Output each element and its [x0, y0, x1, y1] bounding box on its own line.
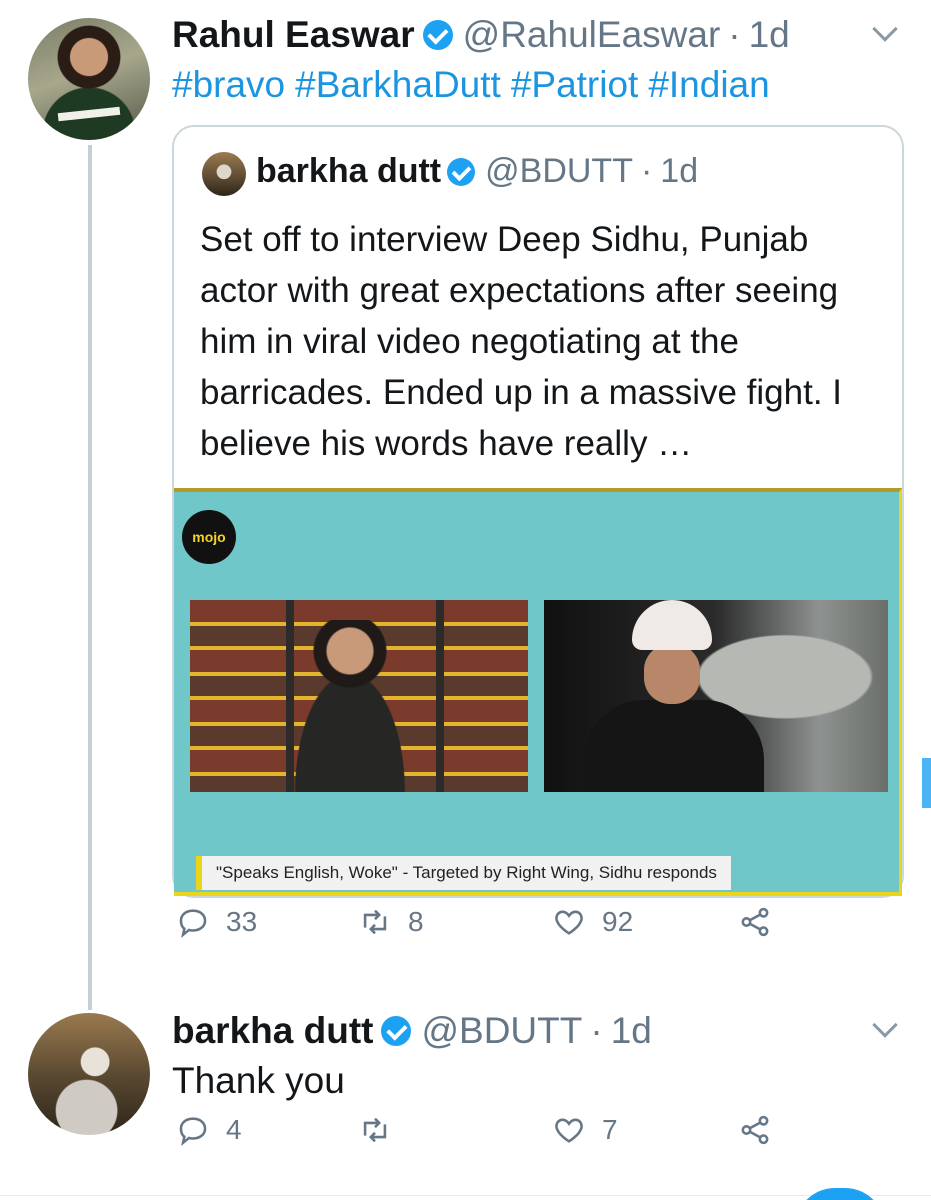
reply-author-handle[interactable]: @BDUTT: [421, 1010, 582, 1052]
reply-menu-chevron-down-icon[interactable]: [872, 1012, 898, 1038]
like-action[interactable]: 7: [552, 1113, 618, 1147]
reply-count: 4: [226, 1114, 242, 1145]
verified-badge-icon: [422, 20, 453, 50]
heart-icon: [555, 1118, 583, 1143]
video-panel-guest: [544, 600, 888, 792]
quoted-tweet-header: barkha dutt @BDUTT · 1d: [256, 152, 698, 191]
separator-dot: ·: [728, 14, 741, 55]
reply-icon: [179, 909, 207, 939]
heart-icon: [555, 910, 583, 935]
retweet-icon: [363, 909, 387, 935]
quoted-tweet-text: Set off to interview Deep Sidhu, Punjab …: [200, 220, 843, 463]
reply-text: Thank you: [172, 1060, 345, 1101]
tweet-hashtags: #bravo #BarkhaDutt #Patriot #Indian: [172, 64, 780, 106]
compose-fab-button[interactable]: [795, 1188, 885, 1200]
share-action[interactable]: [738, 1113, 772, 1147]
reply-header: barkha dutt @BDUTT · 1d: [172, 1010, 652, 1052]
reply-time[interactable]: 1d: [611, 1010, 652, 1052]
avatar-barkha-dutt[interactable]: [28, 1013, 150, 1135]
reply-action[interactable]: 33: [176, 905, 257, 939]
reply-author-name[interactable]: barkha dutt: [172, 1010, 373, 1052]
hashtag-link[interactable]: #Patriot: [511, 64, 639, 105]
hashtag-link[interactable]: #BarkhaDutt: [295, 64, 501, 105]
share-action[interactable]: [738, 905, 772, 939]
mojo-logo: mojo: [182, 510, 236, 564]
separator-dot: ·: [590, 1010, 603, 1051]
tweet-time[interactable]: 1d: [749, 14, 790, 56]
retweet-action[interactable]: 8: [358, 905, 424, 939]
video-caption: "Speaks English, Woke" - Targeted by Rig…: [196, 856, 731, 890]
tweet-header: Rahul Easwar @RahulEaswar · 1d: [172, 14, 790, 56]
like-count: 7: [602, 1114, 618, 1145]
separator-dot: ·: [640, 152, 653, 190]
retweet-icon: [363, 1117, 387, 1143]
tweet-menu-chevron-down-icon[interactable]: [872, 16, 898, 42]
author-handle[interactable]: @RahulEaswar: [463, 14, 721, 56]
quoted-author-handle: @BDUTT: [485, 152, 633, 190]
avatar-rahul-easwar[interactable]: [28, 18, 150, 140]
verified-badge-icon: [447, 157, 476, 186]
reply-action[interactable]: 4: [176, 1113, 242, 1147]
share-icon: [741, 907, 769, 937]
reply-icon: [179, 1117, 207, 1147]
retweet-action[interactable]: [358, 1113, 408, 1147]
quoted-author-avatar: [202, 152, 246, 196]
retweet-count: 8: [408, 906, 424, 937]
thread-line: [88, 145, 92, 1010]
quoted-tweet-time: 1d: [660, 152, 699, 190]
share-icon: [741, 1115, 769, 1145]
author-name[interactable]: Rahul Easwar: [172, 14, 415, 56]
bottom-divider: [0, 1195, 931, 1196]
quoted-author-name: barkha dutt: [256, 152, 442, 190]
like-count: 92: [602, 906, 634, 937]
scroll-indicator[interactable]: [922, 758, 931, 808]
like-action[interactable]: 92: [552, 905, 633, 939]
verified-badge-icon: [381, 1016, 412, 1046]
hashtag-link[interactable]: #bravo: [172, 64, 285, 105]
quoted-tweet-media[interactable]: mojo "Speaks English, Woke" - Targeted b…: [174, 488, 902, 896]
hashtag-link[interactable]: #Indian: [648, 64, 769, 105]
video-panel-interviewer: [190, 600, 528, 792]
reply-count: 33: [226, 906, 258, 937]
